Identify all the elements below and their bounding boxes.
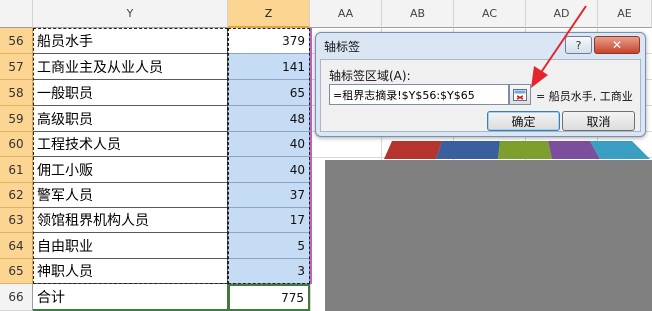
column-header-ae[interactable]: AE: [598, 0, 652, 28]
ok-button[interactable]: 确定: [487, 111, 560, 131]
cell-z65[interactable]: 3: [228, 259, 310, 284]
row-header-60[interactable]: 60: [0, 132, 33, 157]
chart-series-border: [310, 28, 312, 284]
row-header-61[interactable]: 61: [0, 157, 33, 183]
row-header-56[interactable]: 56: [0, 28, 33, 54]
cell-y62[interactable]: 警军人员: [33, 183, 228, 208]
axis-label-range-label: 轴标签区域(A):: [329, 69, 411, 83]
cell-z66-total-value[interactable]: 775: [228, 284, 310, 311]
pie-chart-edge: [384, 141, 650, 159]
dialog-title: 轴标签: [324, 40, 361, 54]
cell-z62[interactable]: 37: [228, 183, 310, 208]
cell-z58[interactable]: 65: [228, 80, 310, 106]
chart-plot-area[interactable]: [325, 160, 652, 311]
corner-select-all[interactable]: [0, 0, 33, 28]
cell-y65[interactable]: 神职人员: [33, 259, 228, 284]
row-header-58[interactable]: 58: [0, 80, 33, 106]
row-header-63[interactable]: 63: [0, 208, 33, 233]
cell-y56[interactable]: 船员水手: [33, 28, 228, 54]
column-header-ab[interactable]: AB: [382, 0, 454, 28]
column-header-aa[interactable]: AA: [310, 0, 382, 28]
axis-label-range-input[interactable]: =租界志摘录!$Y$56:$Y$65: [329, 84, 509, 105]
cell-z64[interactable]: 5: [228, 233, 310, 259]
cell-z57[interactable]: 141: [228, 54, 310, 80]
cell-y58[interactable]: 一般职员: [33, 80, 228, 106]
cell-y57[interactable]: 工商业主及从业人员: [33, 54, 228, 80]
row-header-65[interactable]: 65: [0, 259, 33, 284]
cell-y64[interactable]: 自由职业: [33, 233, 228, 259]
cell-y61[interactable]: 佣工小贩: [33, 157, 228, 183]
cell-y66-total-label[interactable]: 合计: [33, 284, 228, 311]
cell-z60[interactable]: 40: [228, 132, 310, 157]
cell-y63[interactable]: 领馆租界机构人员: [33, 208, 228, 233]
cell-z59[interactable]: 48: [228, 106, 310, 132]
close-button[interactable]: ✕: [594, 36, 640, 54]
row-header-66[interactable]: 66: [0, 284, 33, 311]
annotation-arrow: [531, 5, 587, 88]
column-header-y[interactable]: Y: [33, 0, 228, 28]
column-header-ac[interactable]: AC: [454, 0, 526, 28]
row-header-62[interactable]: 62: [0, 183, 33, 208]
row-header-64[interactable]: 64: [0, 233, 33, 259]
cell-y60[interactable]: 工程技术人员: [33, 132, 228, 157]
row-header-57[interactable]: 57: [0, 54, 33, 80]
cell-z61[interactable]: 40: [228, 157, 310, 183]
row-header-59[interactable]: 59: [0, 106, 33, 132]
cell-z63[interactable]: 17: [228, 208, 310, 233]
cancel-button[interactable]: 取消: [562, 111, 635, 131]
cell-y59[interactable]: 高级职员: [33, 106, 228, 132]
column-header-z[interactable]: Z: [228, 0, 310, 28]
cell-z56[interactable]: 379: [228, 28, 310, 54]
